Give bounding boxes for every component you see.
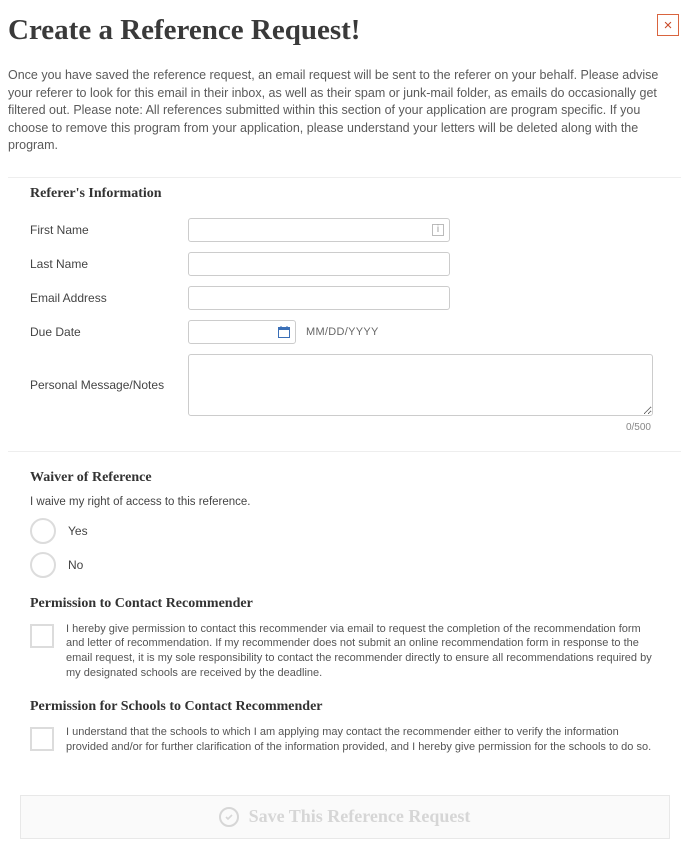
last-name-input[interactable]: [188, 252, 450, 276]
close-icon[interactable]: ×: [657, 14, 679, 36]
perm-schools-checkbox[interactable]: [30, 727, 54, 751]
referer-section-title: Referer's Information: [30, 186, 681, 202]
intro-text: Once you have saved the reference reques…: [8, 67, 681, 155]
waiver-section-title: Waiver of Reference: [30, 470, 681, 486]
save-button[interactable]: Save This Reference Request: [20, 795, 670, 839]
calendar-icon[interactable]: [278, 326, 290, 338]
due-date-label: Due Date: [8, 325, 188, 339]
notes-textarea[interactable]: [188, 354, 653, 416]
char-counter: 0/500: [8, 422, 651, 433]
waiver-no-radio[interactable]: [30, 552, 56, 578]
page-title: Create a Reference Request!: [8, 10, 657, 57]
waiver-question: I waive my right of access to this refer…: [30, 496, 681, 508]
waiver-no-label: No: [68, 558, 83, 572]
perm-contact-text: I hereby give permission to contact this…: [66, 622, 659, 681]
perm-contact-title: Permission to Contact Recommender: [30, 596, 681, 612]
divider: [8, 451, 681, 452]
last-name-label: Last Name: [8, 257, 188, 271]
check-icon: [219, 807, 239, 827]
save-button-label: Save This Reference Request: [249, 806, 471, 827]
perm-schools-text: I understand that the schools to which I…: [66, 725, 659, 755]
date-format-hint: MM/DD/YYYY: [306, 326, 379, 338]
perm-contact-checkbox[interactable]: [30, 624, 54, 648]
email-input[interactable]: [188, 286, 450, 310]
first-name-input[interactable]: [188, 218, 450, 242]
perm-schools-title: Permission for Schools to Contact Recomm…: [30, 699, 681, 715]
email-label: Email Address: [8, 291, 188, 305]
notes-label: Personal Message/Notes: [8, 378, 188, 392]
waiver-yes-label: Yes: [68, 524, 88, 538]
waiver-yes-radio[interactable]: [30, 518, 56, 544]
divider: [8, 177, 681, 178]
first-name-label: First Name: [8, 223, 188, 237]
autofill-icon: i: [432, 224, 444, 236]
close-glyph: ×: [664, 17, 673, 34]
